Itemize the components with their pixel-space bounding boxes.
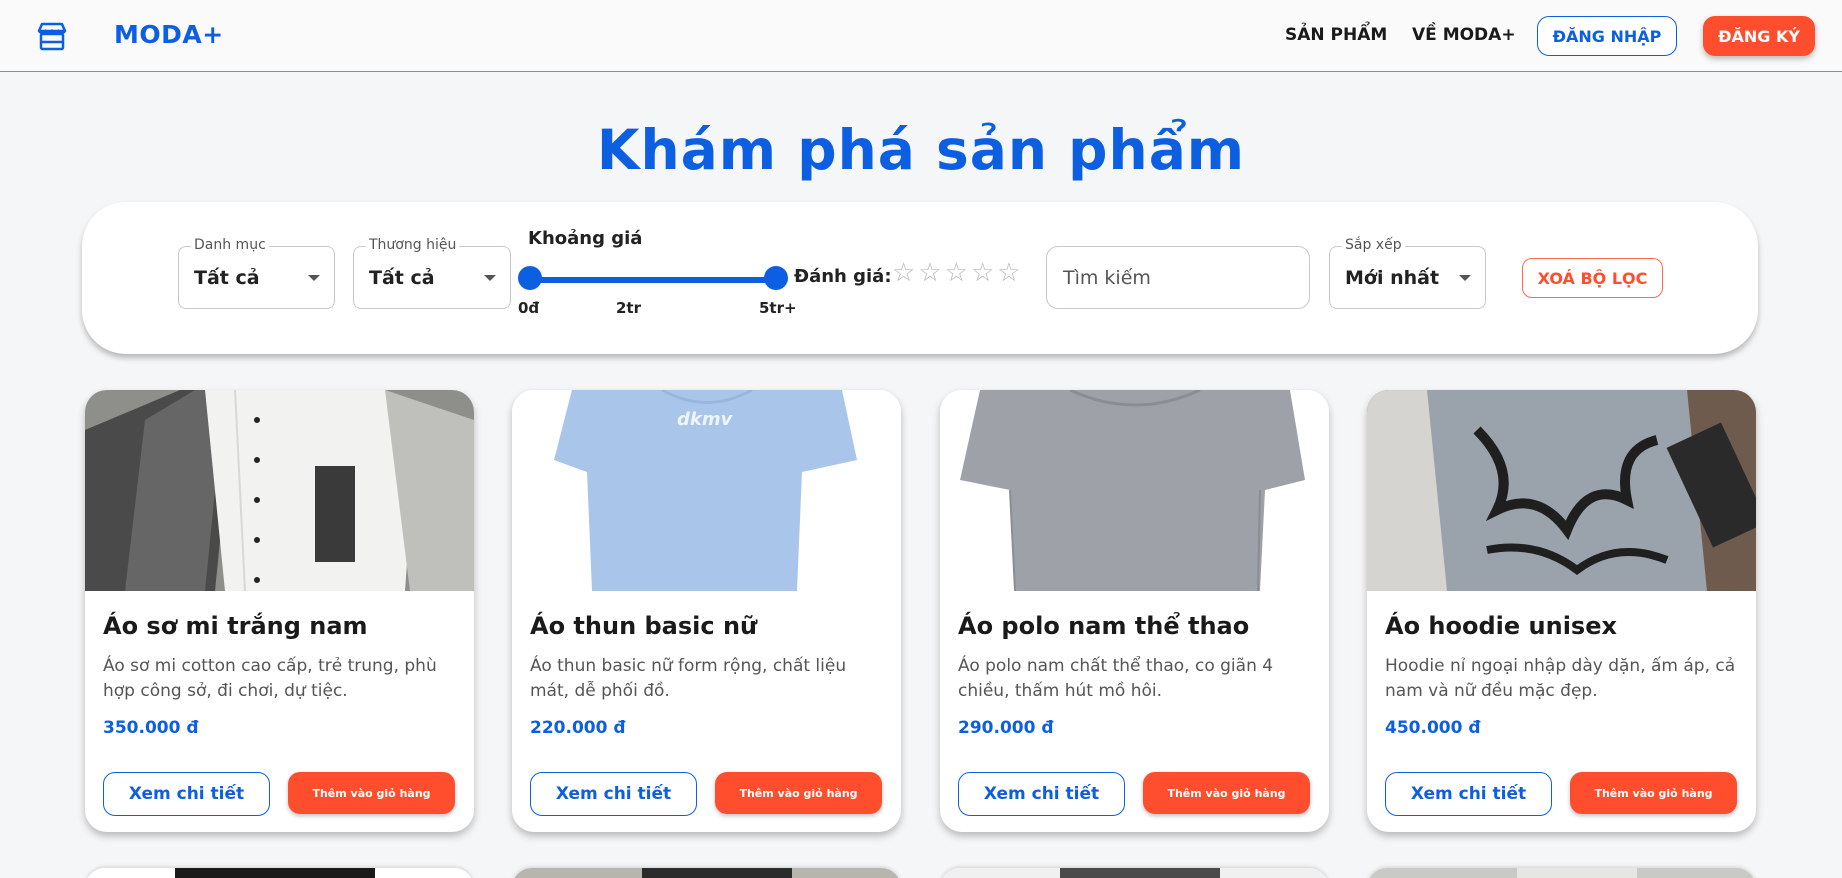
- product-image-white-shirt[interactable]: [85, 390, 474, 591]
- nav-about-link[interactable]: VỀ MODA+: [1412, 25, 1516, 45]
- star-icon[interactable]: ☆: [997, 260, 1020, 286]
- product-card[interactable]: Áo hoodie unisex Hoodie nỉ ngoại nhập dà…: [1367, 390, 1756, 832]
- filter-bar: Danh mục Tất cả Thương hiệu Tất cả Khoản…: [82, 202, 1758, 354]
- product-name[interactable]: Áo sơ mi trắng nam: [103, 612, 368, 640]
- sort-select-label: Sắp xếp: [1342, 237, 1405, 253]
- product-description: Áo polo nam chất thể thao, co giãn 4 chi…: [958, 656, 1274, 701]
- top-navbar: MODA+ SẢN PHẨM VỀ MODA+ ĐĂNG NHẬP ĐĂNG K…: [0, 0, 1842, 72]
- view-detail-button[interactable]: Xem chi tiết: [530, 772, 697, 816]
- rating-stars: ☆ ☆ ☆ ☆ ☆: [892, 260, 1021, 286]
- price-slider-min-handle[interactable]: [518, 266, 542, 290]
- price-slider-track[interactable]: [528, 277, 776, 283]
- caret-down-icon: [484, 275, 496, 281]
- brand-select-label: Thương hiệu: [366, 237, 460, 253]
- clear-filters-button[interactable]: XOÁ BỘ LỌC: [1522, 258, 1663, 298]
- brand-select-value: Tất cả: [369, 267, 435, 289]
- product-card[interactable]: dkmv Áo thun basic nữ Áo thun basic nữ f…: [512, 390, 901, 832]
- product-price: 450.000 đ: [1385, 718, 1481, 738]
- add-to-cart-button[interactable]: Thêm vào giỏ hàng: [715, 772, 882, 814]
- category-select-value: Tất cả: [194, 267, 260, 289]
- product-name[interactable]: Áo hoodie unisex: [1385, 612, 1617, 640]
- add-to-cart-button[interactable]: Thêm vào giỏ hàng: [288, 772, 455, 814]
- product-image-grey-polo[interactable]: [940, 390, 1329, 591]
- price-range-label: Khoảng giá: [528, 228, 643, 249]
- product-image-blue-tshirt[interactable]: dkmv: [512, 390, 901, 591]
- view-detail-button[interactable]: Xem chi tiết: [1385, 772, 1552, 816]
- product-card-peek[interactable]: [1367, 868, 1756, 878]
- product-name[interactable]: Áo thun basic nữ: [530, 612, 757, 640]
- category-select[interactable]: Danh mục Tất cả: [178, 237, 335, 309]
- view-detail-button[interactable]: Xem chi tiết: [103, 772, 270, 816]
- view-detail-button[interactable]: Xem chi tiết: [958, 772, 1125, 816]
- search-input[interactable]: Tìm kiếm: [1046, 246, 1310, 309]
- product-description: Hoodie nỉ ngoại nhập dày dặn, ấm áp, cả …: [1385, 656, 1736, 701]
- register-button[interactable]: ĐĂNG KÝ: [1703, 16, 1815, 56]
- page-title: Khám phá sản phẩm: [596, 118, 1246, 182]
- caret-down-icon: [308, 275, 320, 281]
- brand-logo[interactable]: MODA+: [114, 20, 224, 49]
- product-card-peek[interactable]: [85, 868, 474, 878]
- nav-products-link[interactable]: SẢN PHẨM: [1285, 25, 1387, 45]
- product-image-hoodie[interactable]: [1367, 390, 1756, 591]
- product-description: Áo thun basic nữ form rộng, chất liệu má…: [530, 656, 847, 701]
- product-price: 220.000 đ: [530, 718, 626, 738]
- login-button[interactable]: ĐĂNG NHẬP: [1537, 16, 1677, 56]
- price-mark-max: 5tr+: [759, 299, 797, 317]
- rating-label: Đánh giá:: [794, 266, 892, 287]
- search-placeholder: Tìm kiếm: [1063, 267, 1151, 289]
- star-icon[interactable]: ☆: [945, 260, 968, 286]
- product-card[interactable]: Áo sơ mi trắng nam Áo sơ mi cotton cao c…: [85, 390, 474, 832]
- star-icon[interactable]: ☆: [971, 260, 994, 286]
- caret-down-icon: [1459, 275, 1471, 281]
- product-card-peek[interactable]: [512, 868, 901, 878]
- product-card-peek[interactable]: [940, 868, 1329, 878]
- price-slider-max-handle[interactable]: [764, 266, 788, 290]
- star-icon[interactable]: ☆: [892, 260, 915, 286]
- sort-select[interactable]: Sắp xếp Mới nhất: [1329, 237, 1486, 309]
- star-icon[interactable]: ☆: [918, 260, 941, 286]
- price-mark-mid: 2tr: [616, 299, 642, 317]
- svg-text:dkmv: dkmv: [677, 409, 734, 430]
- product-price: 350.000 đ: [103, 718, 199, 738]
- store-icon[interactable]: [36, 20, 68, 52]
- sort-select-value: Mới nhất: [1345, 267, 1440, 289]
- product-description: Áo sơ mi cotton cao cấp, trẻ trung, phù …: [103, 656, 437, 701]
- product-name[interactable]: Áo polo nam thể thao: [958, 612, 1249, 640]
- price-mark-min: 0đ: [518, 299, 540, 317]
- category-select-label: Danh mục: [191, 237, 269, 253]
- add-to-cart-button[interactable]: Thêm vào giỏ hàng: [1570, 772, 1737, 814]
- brand-select[interactable]: Thương hiệu Tất cả: [353, 237, 511, 309]
- product-price: 290.000 đ: [958, 718, 1054, 738]
- product-card[interactable]: Áo polo nam thể thao Áo polo nam chất th…: [940, 390, 1329, 832]
- add-to-cart-button[interactable]: Thêm vào giỏ hàng: [1143, 772, 1310, 814]
